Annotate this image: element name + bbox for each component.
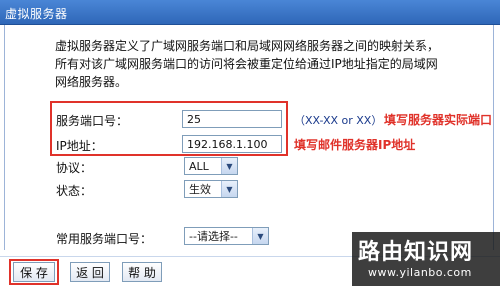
- ip-address-note: 填写邮件服务器IP地址: [294, 138, 416, 152]
- protocol-value: ALL: [189, 159, 209, 173]
- watermark-title: 路由知识网: [358, 240, 474, 265]
- watermark: 路由知识网 www.yilanbo.com: [352, 232, 500, 286]
- title-bar: 虚拟服务器: [0, 0, 500, 25]
- description-line-3: 网络服务器。: [55, 75, 128, 89]
- protocol-select[interactable]: ALL ▼: [184, 157, 238, 175]
- protocol-label: 协议：: [56, 161, 93, 175]
- common-port-label: 常用服务端口号：: [56, 232, 153, 246]
- common-port-select[interactable]: --请选择-- ▼: [184, 227, 269, 245]
- description-line-2: 所有对该广域网服务端口的访问将会被重定位给通过IP地址指定的局域网: [55, 57, 438, 71]
- back-button[interactable]: 返 回: [70, 262, 110, 282]
- ip-address-label: IP地址：: [56, 139, 103, 153]
- service-port-format-hint: （XX-XX or XX）: [294, 114, 383, 127]
- chevron-down-icon: ▼: [221, 181, 237, 197]
- help-button[interactable]: 帮 助: [122, 262, 162, 282]
- chevron-down-icon: ▼: [252, 228, 268, 244]
- service-port-input[interactable]: [182, 110, 282, 128]
- watermark-url: www.yilanbo.com: [368, 266, 472, 279]
- service-port-label: 服务端口号：: [56, 114, 129, 128]
- status-value: 生效: [189, 183, 211, 196]
- status-label: 状态：: [56, 184, 93, 198]
- common-port-value: --请选择--: [189, 230, 238, 243]
- ip-address-input[interactable]: [182, 135, 282, 153]
- page-title: 虚拟服务器: [5, 7, 68, 21]
- description-text: 虚拟服务器定义了广域网服务端口和局域网网络服务器之间的映射关系， 所有对该广域网…: [55, 37, 465, 91]
- service-port-note: 填写服务器实际端口: [384, 113, 493, 127]
- status-select[interactable]: 生效 ▼: [184, 180, 238, 198]
- save-button[interactable]: 保 存: [13, 262, 55, 282]
- chevron-down-icon: ▼: [221, 158, 237, 174]
- description-line-1: 虚拟服务器定义了广域网服务端口和局域网网络服务器之间的映射关系，: [55, 39, 440, 53]
